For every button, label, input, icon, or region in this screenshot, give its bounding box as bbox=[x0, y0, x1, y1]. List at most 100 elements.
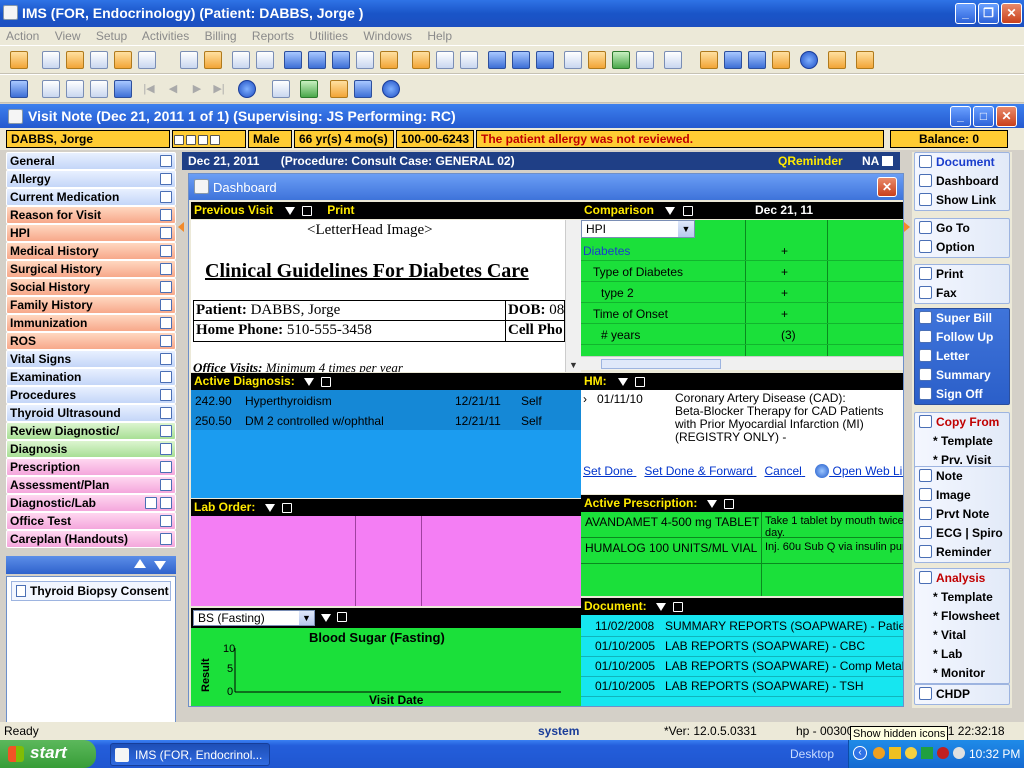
collapse-right-icon[interactable] bbox=[904, 222, 910, 232]
exit-icon[interactable] bbox=[856, 51, 874, 69]
sidebar-item-careplan-handouts[interactable]: Careplan (Handouts) bbox=[6, 530, 176, 548]
action-ecg-spiro-button[interactable]: ECG | Spiro bbox=[915, 524, 1009, 543]
previous-record-icon[interactable]: ◀ bbox=[164, 80, 182, 98]
calendar-icon[interactable] bbox=[436, 51, 454, 69]
section-note-icon[interactable] bbox=[160, 155, 172, 167]
section-note-icon[interactable] bbox=[160, 317, 172, 329]
person-icon[interactable] bbox=[174, 134, 184, 145]
pencil-icon[interactable] bbox=[138, 51, 156, 69]
section-note-icon[interactable] bbox=[160, 497, 172, 509]
sidebar-item-examination[interactable]: Examination bbox=[6, 368, 176, 386]
search-icon[interactable] bbox=[145, 497, 157, 509]
action-follow-up-button[interactable]: Follow Up bbox=[915, 328, 1009, 347]
checkbox-icon[interactable] bbox=[673, 601, 684, 612]
action-vital-button[interactable]: * Vital bbox=[915, 626, 1009, 645]
action-monitor-button[interactable]: * Monitor bbox=[915, 664, 1009, 683]
menu-setup[interactable]: Setup bbox=[96, 29, 127, 43]
cancel-icon[interactable] bbox=[382, 80, 400, 98]
folder-icon[interactable] bbox=[330, 80, 348, 98]
menu-activities[interactable]: Activities bbox=[142, 29, 189, 43]
section-note-icon[interactable] bbox=[160, 389, 172, 401]
network-icon[interactable] bbox=[354, 80, 372, 98]
patient-icon[interactable] bbox=[10, 51, 28, 69]
action-letter-button[interactable]: Letter bbox=[915, 347, 1009, 366]
section-note-icon[interactable] bbox=[160, 425, 172, 437]
checkbox-icon[interactable] bbox=[724, 498, 735, 509]
section-note-icon[interactable] bbox=[160, 263, 172, 275]
word-icon[interactable] bbox=[748, 51, 766, 69]
section-note-icon[interactable] bbox=[160, 353, 172, 365]
chevron-down-icon[interactable]: ▼ bbox=[678, 221, 694, 237]
document-row[interactable]: 01/10/2005 LAB REPORTS (SOAPWARE) - TSH bbox=[581, 677, 903, 697]
action-super-bill-button[interactable]: Super Bill bbox=[915, 309, 1009, 328]
dashboard-close-button[interactable]: ✕ bbox=[877, 177, 897, 197]
open-web-link[interactable]: Open Web Link bbox=[833, 464, 904, 478]
copy-icon[interactable] bbox=[272, 80, 290, 98]
attach-icon[interactable] bbox=[114, 80, 132, 98]
close-button[interactable]: ✕ bbox=[1001, 3, 1022, 24]
action-option-button[interactable]: Option bbox=[915, 238, 1009, 257]
na-checkbox[interactable] bbox=[882, 156, 893, 166]
grid-icon[interactable] bbox=[412, 51, 430, 69]
report-icon[interactable] bbox=[356, 51, 374, 69]
qreminder-link[interactable]: QReminder bbox=[778, 154, 843, 168]
document-row[interactable]: 01/10/2005 LAB REPORTS (SOAPWARE) - CBC bbox=[581, 637, 903, 657]
document-row[interactable]: 11/02/2008 SUMMARY REPORTS (SOAPWARE) - P… bbox=[581, 617, 903, 637]
dropdown-icon[interactable] bbox=[656, 602, 667, 611]
package-icon[interactable] bbox=[536, 51, 554, 69]
action-fax-button[interactable]: Fax bbox=[915, 284, 1009, 303]
taskbar-app-button[interactable]: IMS (FOR, Endocrinol... bbox=[110, 743, 270, 766]
sidebar-item-current-medication[interactable]: Current Medication bbox=[6, 188, 176, 206]
sidebar-item-diagnostic-lab[interactable]: Diagnostic/Lab bbox=[6, 494, 176, 512]
action-flowsheet-button[interactable]: * Flowsheet bbox=[915, 607, 1009, 626]
edit-note-icon[interactable] bbox=[66, 80, 84, 98]
pen-icon[interactable] bbox=[588, 51, 606, 69]
scroll-up-icon[interactable] bbox=[134, 559, 146, 568]
box-icon[interactable] bbox=[512, 51, 530, 69]
next-record-icon[interactable]: ▶ bbox=[188, 80, 206, 98]
send-icon[interactable] bbox=[488, 51, 506, 69]
allergy-alert[interactable]: The patient allergy was not reviewed. bbox=[476, 130, 884, 148]
prescription-row[interactable]: HUMALOG 100 UNITS/ML VIAL Inj. 60u Sub Q … bbox=[581, 538, 903, 564]
action-lab-button[interactable]: * Lab bbox=[915, 645, 1009, 664]
sidebar-item-review-diagnostic[interactable]: Review Diagnostic/ bbox=[6, 422, 176, 440]
tray-icon-5[interactable] bbox=[937, 747, 949, 759]
sidebar-item-thyroid-ultrasound[interactable]: Thyroid Ultrasound bbox=[6, 404, 176, 422]
note-icon[interactable] bbox=[42, 51, 60, 69]
section-note-icon[interactable] bbox=[160, 479, 172, 491]
sidebar-item-allergy[interactable]: Allergy bbox=[6, 170, 176, 188]
section-note-icon[interactable] bbox=[160, 281, 172, 293]
dropdown-icon[interactable] bbox=[618, 377, 629, 386]
consent-item[interactable]: Thyroid Biopsy Consent bbox=[11, 581, 171, 601]
save-icon[interactable] bbox=[90, 80, 108, 98]
set-done-forward-link[interactable]: Set Done & Forward bbox=[644, 464, 753, 478]
dropdown-icon[interactable] bbox=[264, 503, 275, 512]
diagnosis-row[interactable]: 242.90 Hyperthyroidism 12/21/11 Self bbox=[191, 392, 581, 410]
action-image-button[interactable]: Image bbox=[915, 486, 1009, 505]
set-done-link[interactable]: Set Done bbox=[583, 464, 633, 478]
action-show-link-button[interactable]: Show Link bbox=[915, 191, 1009, 210]
globe-icon[interactable] bbox=[815, 464, 830, 478]
start-button[interactable]: start bbox=[0, 740, 96, 768]
section-note-icon[interactable] bbox=[160, 515, 172, 527]
visit-minimize-button[interactable]: _ bbox=[950, 106, 971, 127]
menu-reports[interactable]: Reports bbox=[252, 29, 294, 43]
alert-icon[interactable] bbox=[198, 134, 208, 145]
checkbox-icon[interactable] bbox=[635, 376, 646, 387]
sidebar-item-family-history[interactable]: Family History bbox=[6, 296, 176, 314]
checkbox-icon[interactable] bbox=[301, 205, 312, 216]
user-chart-icon[interactable] bbox=[636, 51, 654, 69]
action-sign-off-button[interactable]: Sign Off bbox=[915, 385, 1009, 404]
menu-utilities[interactable]: Utilities bbox=[309, 29, 348, 43]
section-note-icon[interactable] bbox=[160, 533, 172, 545]
action-print-button[interactable]: Print bbox=[915, 265, 1009, 284]
tray-icon-3[interactable] bbox=[905, 747, 917, 759]
restore-button[interactable]: ❐ bbox=[978, 3, 999, 24]
tray-icon-1[interactable] bbox=[873, 747, 885, 759]
section-note-icon[interactable] bbox=[160, 227, 172, 239]
comparison-row[interactable]: type 2 + bbox=[581, 283, 903, 303]
menu-windows[interactable]: Windows bbox=[363, 29, 412, 43]
previous-visit-scrollbar[interactable]: ▼ bbox=[565, 220, 581, 372]
sidebar-item-ros[interactable]: ROS bbox=[6, 332, 176, 350]
transfer-icon[interactable] bbox=[772, 51, 790, 69]
